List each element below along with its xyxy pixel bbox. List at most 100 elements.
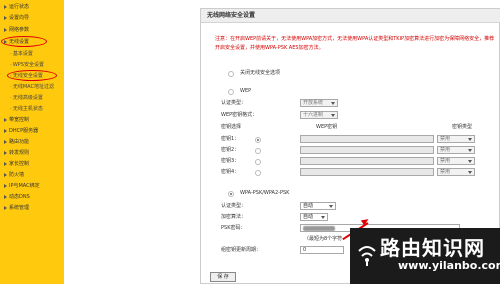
bullet-icon — [4, 205, 7, 210]
key3-type-select[interactable]: 禁用 — [437, 157, 475, 165]
wep-auth-select[interactable]: 开放系统 — [300, 99, 338, 107]
bullet-icon — [4, 128, 7, 133]
bullet-icon — [4, 161, 7, 166]
wep-key3-input[interactable] — [300, 157, 434, 165]
security-notice: 注意：在开启WEP前请关于，无法使用WPA加密方式，无法使用WPA认证类型和TK… — [215, 36, 495, 51]
sidebar-item-label: 动态DNS — [9, 194, 30, 200]
wpa-enc-value: 自动 — [303, 214, 314, 220]
psk-hint: （最短为8个字符 — [304, 236, 343, 242]
sidebar-item-label: 无线主机状态 — [12, 106, 43, 112]
psk-label: PSK密码： — [221, 225, 246, 231]
radio-key3[interactable] — [255, 159, 261, 165]
key-select-header: 密钥选择 — [221, 124, 242, 130]
sidebar-item-firewall[interactable]: 防火墙 — [4, 171, 24, 179]
radio-wpa-psk[interactable] — [228, 191, 234, 197]
wep-format-value: 十六进制 — [303, 112, 324, 118]
wep-auth-label: 认证类型： — [221, 100, 247, 106]
key2-type-value: 禁用 — [440, 147, 451, 153]
sidebar-item-ip-mac[interactable]: IP与MAC绑定 — [4, 182, 40, 190]
wpa-auth-select[interactable]: 自动 — [300, 202, 336, 210]
sidebar-item-ddns[interactable]: 动态DNS — [4, 193, 30, 201]
chevron-down-icon — [331, 102, 335, 105]
bullet-icon — [4, 4, 7, 9]
bullet-icon — [4, 150, 7, 155]
wifi-logo-icon — [358, 246, 376, 266]
key4-type-value: 禁用 — [440, 169, 451, 175]
bullet-icon — [4, 15, 7, 20]
bullet-icon — [4, 27, 7, 32]
sidebar-item-dhcp[interactable]: DHCP服务器 — [4, 127, 38, 135]
bullet-icon — [4, 172, 7, 177]
sidebar-item-wps[interactable]: -WPS安全设置 — [10, 61, 44, 69]
chevron-down-icon — [329, 205, 333, 208]
sidebar-item-label: 系统管理 — [9, 205, 30, 211]
bullet-icon — [4, 139, 7, 144]
bullet-icon — [4, 117, 7, 122]
sidebar-item-wizard[interactable]: 设置向导 — [4, 14, 29, 22]
chevron-down-icon — [468, 138, 472, 141]
key3-label: 密钥3： — [221, 158, 240, 164]
radio-key4[interactable] — [255, 170, 261, 176]
sidebar-item-label: 运行状态 — [9, 4, 30, 10]
wep-heading: WEP — [240, 88, 252, 94]
wpa-auth-label: 认证类型： — [221, 203, 247, 209]
sidebar-item-bandwidth[interactable]: 带宽控制 — [4, 116, 29, 124]
renew-period-input[interactable]: 0 — [300, 246, 344, 254]
wpa-heading: WPA-PSK/WPA2-PSK — [240, 190, 290, 196]
sidebar-item-mac-filter[interactable]: -无线MAC地址过滤 — [10, 83, 54, 91]
sidebar-item-basic[interactable]: -基本设置 — [10, 50, 33, 58]
watermark: 路由知识网 www.yilanbo.com — [350, 228, 500, 284]
sidebar-item-advanced[interactable]: -无线高级设置 — [10, 94, 43, 102]
sidebar-item-system[interactable]: 系统管理 — [4, 204, 29, 212]
watermark-title: 路由知识网 — [380, 236, 485, 260]
key4-type-select[interactable]: 禁用 — [437, 168, 475, 176]
radio-disable-security[interactable] — [228, 71, 234, 77]
key4-label: 密钥4： — [221, 169, 240, 175]
wep-format-select[interactable]: 十六进制 — [300, 111, 338, 119]
chevron-down-icon — [331, 114, 335, 117]
sidebar-item-label: 转发规则 — [9, 150, 30, 156]
wep-key1-input[interactable] — [300, 135, 434, 143]
bullet-icon — [4, 194, 7, 199]
key2-type-select[interactable]: 禁用 — [437, 146, 475, 154]
key1-type-select[interactable]: 禁用 — [437, 135, 475, 143]
wpa-enc-label: 加密算法： — [221, 214, 247, 220]
renew-label: 组密钥更新周期： — [221, 247, 262, 253]
sidebar-menu: 运行状态 设置向导 网络参数 无线设置 -基本设置 -WPS安全设置 -无线安全… — [0, 0, 64, 284]
panel-title: 无线网络安全设置 — [201, 9, 500, 23]
option-disable-label: 关闭无线安全选项 — [240, 70, 281, 76]
sidebar-item-label: DHCP服务器 — [9, 128, 39, 134]
sidebar-item-label: 防火墙 — [9, 172, 25, 178]
sidebar-item-label: 设置向导 — [9, 15, 30, 21]
sidebar-item-status[interactable]: 运行状态 — [4, 3, 29, 11]
wpa-auth-value: 自动 — [303, 203, 314, 209]
wep-key-header: WEP密钥 — [316, 124, 338, 130]
radio-key2[interactable] — [255, 148, 261, 154]
chevron-down-icon — [321, 216, 325, 219]
sidebar-item-label: 带宽控制 — [9, 117, 30, 123]
sidebar-item-label: IP与MAC绑定 — [9, 183, 40, 189]
wep-format-label: WEP密钥格式： — [221, 112, 258, 118]
chevron-down-icon — [468, 171, 472, 174]
highlight-oval-wireless — [1, 36, 47, 47]
sidebar-item-label: 无线高级设置 — [12, 95, 43, 101]
radio-key1[interactable] — [255, 137, 261, 143]
wep-key2-input[interactable] — [300, 146, 434, 154]
key3-type-value: 禁用 — [440, 158, 451, 164]
sidebar-item-forwarding[interactable]: 转发规则 — [4, 149, 29, 157]
sidebar-item-routing[interactable]: 路由功能 — [4, 138, 29, 146]
sidebar-item-label: 基本设置 — [12, 51, 33, 57]
bullet-icon — [4, 183, 7, 188]
sidebar-item-host-status[interactable]: -无线主机状态 — [10, 105, 43, 113]
chevron-down-icon — [468, 160, 472, 163]
save-button[interactable]: 保 存 — [210, 272, 236, 282]
wep-key4-input[interactable] — [300, 168, 434, 176]
highlight-oval-security — [7, 70, 57, 81]
sidebar-item-network[interactable]: 网络参数 — [4, 26, 29, 34]
wpa-enc-select[interactable]: 自动 — [300, 213, 328, 221]
sidebar-item-label: WPS安全设置 — [12, 62, 44, 68]
sidebar-item-parental[interactable]: 家长控制 — [4, 160, 29, 168]
radio-wep[interactable] — [228, 89, 234, 95]
wep-auth-value: 开放系统 — [303, 100, 324, 106]
sidebar-item-label: 网络参数 — [9, 27, 30, 33]
